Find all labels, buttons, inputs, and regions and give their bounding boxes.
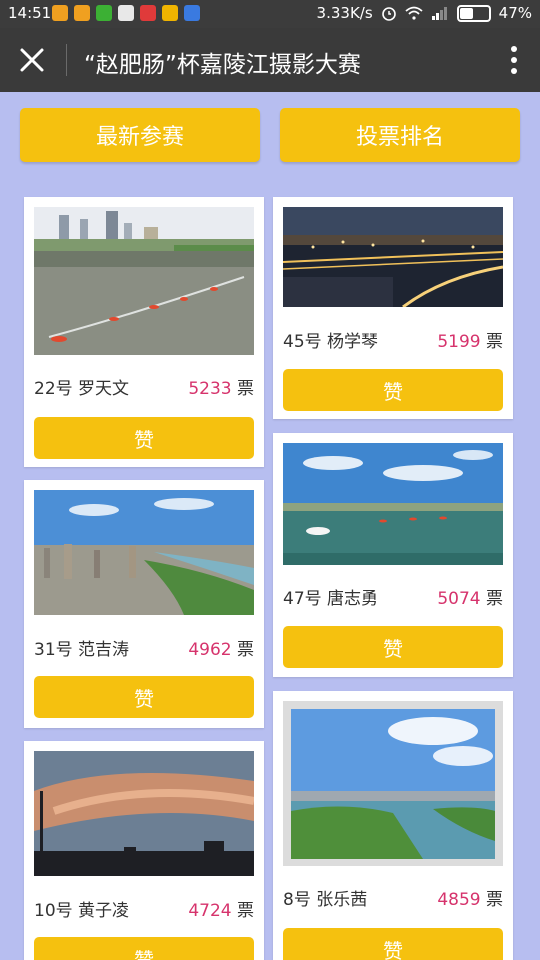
entry-card: 31号 范吉涛 4962 票 赞 — [24, 480, 264, 728]
vote-count: 4724 — [188, 901, 232, 921]
vote-count: 5199 — [437, 332, 481, 352]
more-icon[interactable] — [510, 44, 518, 76]
entry-name: 唐志勇 — [327, 589, 379, 609]
vote-unit: 票 — [486, 589, 503, 609]
wechat-icon — [96, 5, 112, 21]
vote-unit: 票 — [486, 890, 503, 910]
like-button[interactable]: 赞 — [34, 937, 254, 960]
entry-photo[interactable] — [283, 207, 503, 307]
network-speed: 3.33K/s — [316, 4, 373, 22]
entry-name: 罗天文 — [78, 379, 130, 399]
page-title: “赵肥肠”杯嘉陵江摄影大赛 — [84, 52, 361, 78]
entry-number: 47号 — [283, 589, 322, 609]
entry-name: 张乐茜 — [316, 890, 368, 910]
alarm-icon — [381, 7, 396, 21]
app-notification-icon — [74, 5, 90, 21]
entry-number: 22号 — [34, 379, 73, 399]
news-icon — [140, 5, 156, 21]
title-bar: “赵肥肠”杯嘉陵江摄影大赛 — [0, 28, 540, 92]
vote-ranking-button[interactable]: 投票排名 — [280, 108, 520, 162]
like-button[interactable]: 赞 — [283, 369, 503, 411]
wifi-icon — [405, 6, 423, 20]
close-icon[interactable] — [16, 44, 48, 76]
signal-icon — [431, 7, 447, 20]
entry-number: 8号 — [283, 890, 311, 910]
v-app-icon — [162, 5, 178, 21]
vote-count: 5074 — [437, 589, 481, 609]
message-icon — [184, 5, 200, 21]
entry-photo[interactable] — [283, 701, 503, 866]
like-button[interactable]: 赞 — [283, 928, 503, 960]
vote-unit: 票 — [486, 332, 503, 352]
latest-entries-button[interactable]: 最新参赛 — [20, 108, 260, 162]
entry-number: 10号 — [34, 901, 73, 921]
vote-unit: 票 — [237, 901, 254, 921]
vote-count: 4859 — [437, 890, 481, 910]
vote-count: 4962 — [188, 640, 232, 660]
entry-photo[interactable] — [34, 751, 254, 876]
entry-name: 范吉涛 — [78, 640, 130, 660]
entry-card: 22号 罗天文 5233 票 赞 — [24, 197, 264, 467]
like-button[interactable]: 赞 — [34, 676, 254, 718]
entry-number: 45号 — [283, 332, 322, 352]
entry-card: 45号 杨学琴 5199 票 赞 — [273, 197, 513, 419]
battery-level: 47% — [498, 4, 532, 22]
battery-icon — [456, 4, 491, 22]
entry-card: 8号 张乐茜 4859 票 赞 — [273, 691, 513, 960]
vote-unit: 票 — [237, 379, 254, 399]
entry-photo[interactable] — [34, 207, 254, 355]
entry-photo[interactable] — [34, 490, 254, 615]
entry-photo[interactable] — [283, 443, 503, 565]
status-right: 3.33K/s 47% — [317, 4, 532, 22]
vote-unit: 票 — [237, 640, 254, 660]
entry-number: 31号 — [34, 640, 73, 660]
like-button[interactable]: 赞 — [34, 417, 254, 459]
like-button[interactable]: 赞 — [283, 626, 503, 668]
title-divider — [66, 44, 67, 76]
entry-name: 黄子凌 — [78, 901, 130, 921]
browser-icon — [118, 5, 134, 21]
status-time: 14:51 — [8, 4, 52, 22]
entry-card: 47号 唐志勇 5074 票 赞 — [273, 433, 513, 677]
app-notification-icon — [52, 5, 68, 21]
entry-card: 10号 黄子凌 4724 票 赞 — [24, 741, 264, 960]
status-bar: 14:51 3.33K/s 47% — [0, 0, 540, 28]
entry-name: 杨学琴 — [327, 332, 379, 352]
notification-icons — [52, 5, 200, 21]
vote-count: 5233 — [188, 379, 232, 399]
